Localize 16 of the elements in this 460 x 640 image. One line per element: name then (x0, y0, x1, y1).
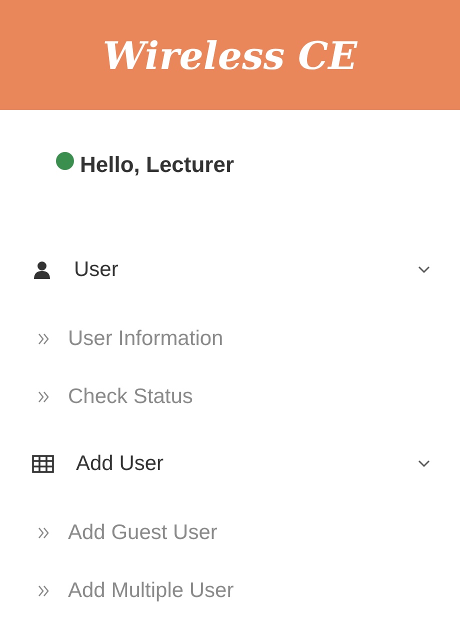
submenu-item[interactable]: Check Status (0, 368, 460, 426)
greeting-text: Hello, Lecturer (80, 151, 234, 179)
submenu-item[interactable]: User Information (0, 310, 460, 368)
app-title: Wireless CE (102, 32, 358, 80)
double-chevron-icon (38, 585, 50, 597)
user-icon (32, 260, 52, 280)
table-icon (32, 455, 54, 473)
menu-section[interactable]: Add User (0, 436, 460, 492)
submenu-item[interactable]: Add Guest User (0, 504, 460, 562)
double-chevron-icon (38, 527, 50, 539)
chevron-icon (418, 460, 430, 468)
double-chevron-icon (38, 391, 50, 403)
menu-section[interactable]: User (0, 242, 460, 298)
chevron-icon (418, 266, 430, 274)
submenu-item[interactable]: Add Multiple User (0, 562, 460, 620)
double-chevron-icon (38, 333, 50, 345)
